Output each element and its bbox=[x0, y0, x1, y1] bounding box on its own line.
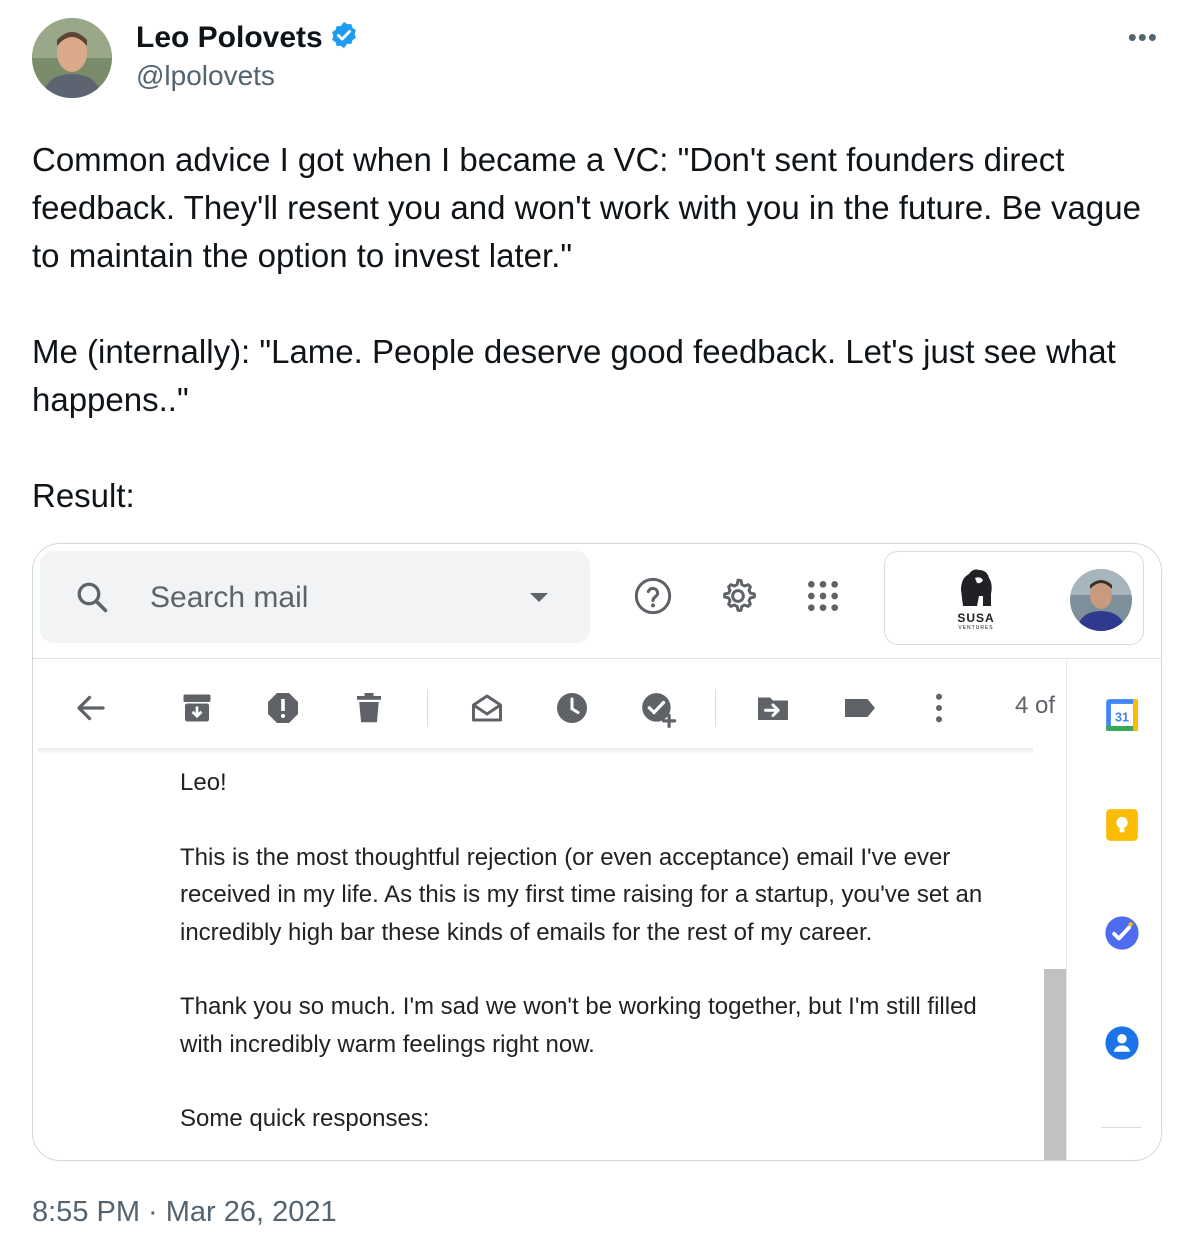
more-vertical-icon[interactable] bbox=[921, 690, 957, 731]
google-calendar-icon[interactable]: 31 bbox=[1103, 696, 1141, 739]
svg-text:31: 31 bbox=[1115, 710, 1129, 724]
mark-unread-icon[interactable] bbox=[469, 690, 505, 731]
google-tasks-icon[interactable] bbox=[1103, 914, 1141, 957]
side-panel-divider bbox=[1066, 658, 1067, 1160]
help-icon[interactable] bbox=[633, 576, 673, 621]
email-paragraph: Thank you so much. I'm sad we won't be w… bbox=[180, 993, 977, 1058]
archive-icon[interactable] bbox=[179, 690, 215, 731]
tweet-paragraph: Result: bbox=[32, 477, 135, 514]
search-icon[interactable] bbox=[74, 579, 110, 620]
message-count: 4 of bbox=[1015, 692, 1056, 719]
toolbar-shadow bbox=[38, 748, 1033, 754]
report-spam-icon[interactable] bbox=[265, 690, 301, 731]
google-keep-icon[interactable] bbox=[1103, 806, 1141, 849]
email-paragraph: This is the most thoughtful rejection (o… bbox=[180, 843, 983, 946]
account-switcher[interactable]: SUSA VENTURES bbox=[884, 551, 1144, 645]
author-name[interactable]: Leo Polovets bbox=[136, 21, 323, 55]
search-input[interactable]: Search mail bbox=[150, 581, 308, 615]
author-avatar[interactable] bbox=[32, 18, 112, 98]
google-contacts-icon[interactable] bbox=[1103, 1024, 1141, 1067]
account-avatar[interactable] bbox=[1070, 569, 1132, 631]
tweet-text: Common advice I got when I became a VC: … bbox=[32, 136, 1152, 520]
apps-grid-icon[interactable] bbox=[803, 576, 843, 621]
delete-trash-icon[interactable] bbox=[351, 690, 387, 731]
header-divider bbox=[33, 658, 1161, 659]
tweet-paragraph: Common advice I got when I became a VC: … bbox=[32, 141, 1141, 274]
side-panel-separator bbox=[1101, 1127, 1141, 1128]
toolbar-separator bbox=[427, 690, 428, 726]
tweet-timestamp[interactable]: 8:55 PM · Mar 26, 2021 bbox=[32, 1196, 337, 1229]
susa-ventures-logo: SUSA VENTURES bbox=[951, 566, 1001, 631]
gmail-search-bar[interactable]: Search mail bbox=[40, 551, 590, 643]
snooze-clock-icon[interactable] bbox=[554, 690, 590, 731]
email-greeting: Leo! bbox=[180, 769, 227, 796]
add-to-tasks-icon[interactable] bbox=[639, 690, 677, 733]
more-options-icon[interactable]: ••• bbox=[1128, 22, 1158, 53]
author-handle[interactable]: @lpolovets bbox=[136, 60, 275, 92]
tweet-paragraph: Me (internally): "Lame. People deserve g… bbox=[32, 333, 1116, 418]
settings-gear-icon[interactable] bbox=[718, 576, 758, 621]
label-tag-icon[interactable] bbox=[841, 690, 879, 731]
move-to-folder-icon[interactable] bbox=[755, 690, 791, 731]
verified-badge-icon bbox=[329, 20, 359, 55]
email-body: Leo! This is the most thoughtful rejecti… bbox=[180, 764, 1020, 1138]
search-options-dropdown-icon[interactable] bbox=[530, 593, 548, 602]
scrollbar-thumb[interactable] bbox=[1044, 969, 1066, 1160]
toolbar-separator bbox=[715, 690, 716, 726]
tweet-media-image[interactable]: Search mail SUSA VENTURES 4 of 31 Leo! T… bbox=[32, 543, 1162, 1161]
email-paragraph: Some quick responses: bbox=[180, 1105, 430, 1132]
back-arrow-icon[interactable] bbox=[73, 690, 109, 731]
